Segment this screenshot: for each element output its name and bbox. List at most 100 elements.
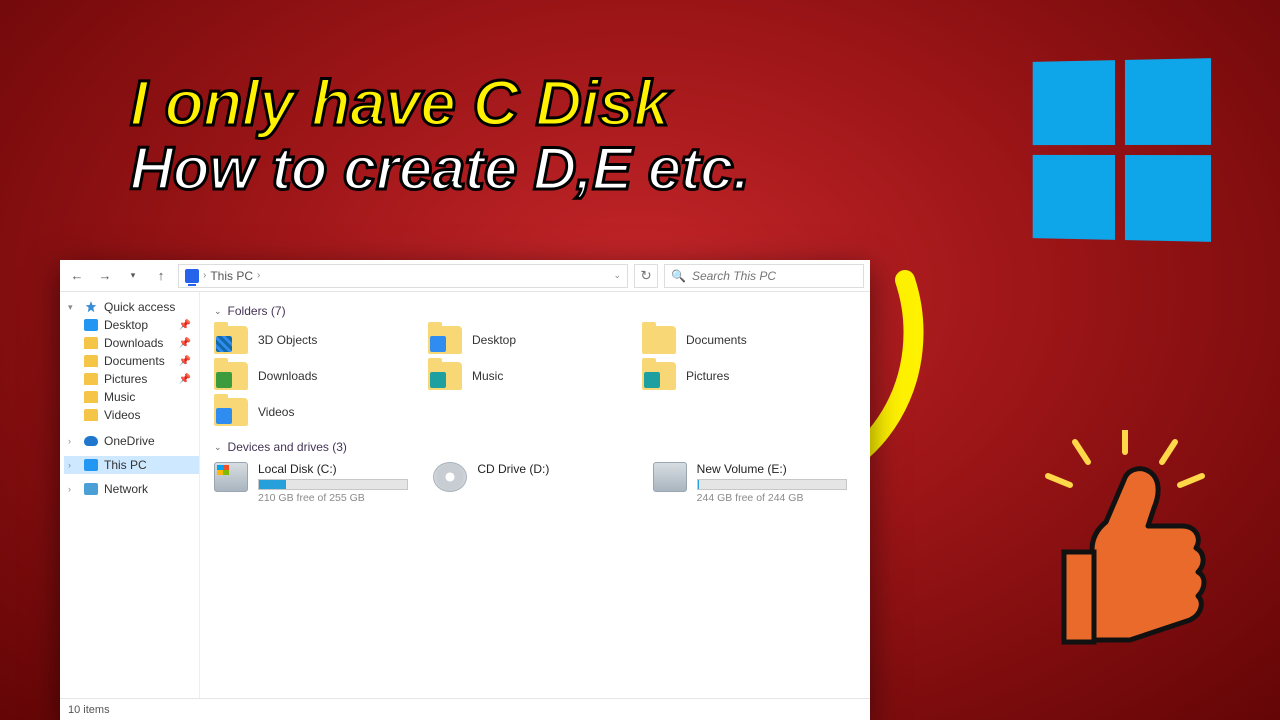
sidebar-label: Pictures: [104, 372, 173, 386]
folder-icon: [84, 355, 98, 367]
section-header-drives[interactable]: ⌄ Devices and drives (3): [214, 440, 856, 454]
folder-3d-objects[interactable]: 3D Objects: [214, 326, 428, 354]
folder-label: Documents: [686, 333, 747, 347]
drive-label: Local Disk (C:): [258, 462, 417, 476]
folder-icon: [214, 398, 248, 426]
network-icon: [84, 483, 98, 495]
folder-desktop[interactable]: Desktop: [428, 326, 642, 354]
chevron-right-icon: ›: [68, 484, 78, 494]
pin-icon: 📌: [179, 320, 195, 331]
drives-grid: Local Disk (C:) 210 GB free of 255 GB CD…: [214, 462, 856, 504]
drive-space-meter: [258, 479, 408, 490]
folder-icon: [642, 362, 676, 390]
sidebar-label: Quick access: [104, 300, 195, 314]
sidebar-item-desktop[interactable]: Desktop 📌: [64, 316, 199, 334]
this-pc-icon: [185, 269, 199, 283]
sidebar-item-quick-access[interactable]: ▾ Quick access: [64, 298, 199, 316]
folder-icon: [428, 326, 462, 354]
nav-back-button[interactable]: ←: [66, 265, 88, 287]
breadcrumb-segment: This PC: [210, 269, 253, 283]
folder-icon: [84, 373, 98, 385]
nav-pane: ▾ Quick access Desktop 📌 Downloads 📌 Doc…: [60, 292, 200, 698]
windows-logo-icon: [1033, 58, 1211, 242]
folder-label: 3D Objects: [258, 333, 317, 347]
status-bar: 10 items: [60, 698, 870, 720]
folder-label: Videos: [258, 405, 294, 419]
sidebar-item-downloads[interactable]: Downloads 📌: [64, 334, 199, 352]
chevron-down-icon[interactable]: ⌄: [613, 270, 621, 281]
thumbs-up-icon: [1030, 430, 1220, 650]
nav-up-button[interactable]: ↑: [150, 265, 172, 287]
sidebar-item-documents[interactable]: Documents 📌: [64, 352, 199, 370]
pin-icon: 📌: [179, 338, 195, 349]
folder-videos[interactable]: Videos: [214, 398, 428, 426]
folder-label: Downloads: [258, 369, 317, 383]
pin-icon: 📌: [179, 356, 195, 367]
sidebar-item-this-pc[interactable]: › This PC: [64, 456, 199, 474]
folder-music[interactable]: Music: [428, 362, 642, 390]
drive-new-volume-e[interactable]: New Volume (E:) 244 GB free of 244 GB: [653, 462, 856, 504]
folder-downloads[interactable]: Downloads: [214, 362, 428, 390]
chevron-down-icon: ⌄: [214, 306, 222, 317]
hdd-icon: [653, 462, 687, 492]
folder-icon: [84, 391, 98, 403]
content-pane: ⌄ Folders (7) 3D Objects Desktop Documen…: [200, 292, 870, 698]
nav-forward-button[interactable]: →: [94, 265, 116, 287]
sidebar-label: Desktop: [104, 318, 173, 332]
chevron-down-icon: ⌄: [214, 442, 222, 453]
sidebar-label: Documents: [104, 354, 173, 368]
drive-free-text: 244 GB free of 244 GB: [697, 492, 856, 504]
file-explorer-window: ← → ▾ ↑ › This PC › ⌄ ↻ 🔍 ▾ Quick access: [60, 260, 870, 720]
address-bar: ← → ▾ ↑ › This PC › ⌄ ↻ 🔍: [60, 260, 870, 292]
cloud-icon: [84, 436, 98, 446]
chevron-right-icon: ›: [203, 270, 206, 281]
folders-grid: 3D Objects Desktop Documents Downloads M…: [214, 326, 856, 426]
sidebar-item-music[interactable]: Music: [64, 388, 199, 406]
cd-icon: [433, 462, 467, 492]
sidebar-item-network[interactable]: › Network: [64, 480, 199, 498]
chevron-right-icon: ›: [68, 460, 78, 470]
drive-space-meter: [697, 479, 847, 490]
drive-label: CD Drive (D:): [477, 462, 636, 476]
folder-icon: [84, 409, 98, 421]
folder-pictures[interactable]: Pictures: [642, 362, 856, 390]
chevron-right-icon: ›: [68, 436, 78, 446]
drive-label: New Volume (E:): [697, 462, 856, 476]
chevron-down-icon: ▾: [68, 302, 78, 313]
folder-icon: [214, 362, 248, 390]
folder-icon: [428, 362, 462, 390]
nav-recent-button[interactable]: ▾: [122, 265, 144, 287]
sidebar-label: Music: [104, 390, 195, 404]
search-icon: 🔍: [671, 269, 686, 283]
drive-local-disk-c[interactable]: Local Disk (C:) 210 GB free of 255 GB: [214, 462, 417, 504]
section-title: Folders (7): [228, 304, 286, 318]
sidebar-label: This PC: [104, 458, 195, 472]
folder-documents[interactable]: Documents: [642, 326, 856, 354]
this-pc-icon: [84, 459, 98, 471]
section-header-folders[interactable]: ⌄ Folders (7): [214, 304, 856, 318]
sidebar-item-videos[interactable]: Videos: [64, 406, 199, 424]
folder-label: Music: [472, 369, 503, 383]
breadcrumb[interactable]: › This PC › ⌄: [178, 264, 628, 288]
sidebar-item-onedrive[interactable]: › OneDrive: [64, 432, 199, 450]
refresh-button[interactable]: ↻: [634, 264, 658, 288]
folder-icon: [214, 326, 248, 354]
status-item-count: 10 items: [68, 704, 110, 716]
pin-icon: 📌: [179, 374, 195, 385]
folder-icon: [84, 337, 98, 349]
desktop-icon: [84, 319, 98, 331]
chevron-right-icon: ›: [257, 270, 260, 281]
search-box[interactable]: 🔍: [664, 264, 864, 288]
sidebar-item-pictures[interactable]: Pictures 📌: [64, 370, 199, 388]
search-input[interactable]: [692, 269, 857, 283]
star-icon: [84, 300, 98, 314]
section-title: Devices and drives (3): [228, 440, 347, 454]
hdd-icon: [214, 462, 248, 492]
folder-label: Desktop: [472, 333, 516, 347]
sidebar-label: Videos: [104, 408, 195, 422]
folder-icon: [642, 326, 676, 354]
drive-cd-d[interactable]: CD Drive (D:): [433, 462, 636, 504]
sidebar-label: OneDrive: [104, 434, 195, 448]
sidebar-label: Network: [104, 482, 195, 496]
folder-label: Pictures: [686, 369, 729, 383]
